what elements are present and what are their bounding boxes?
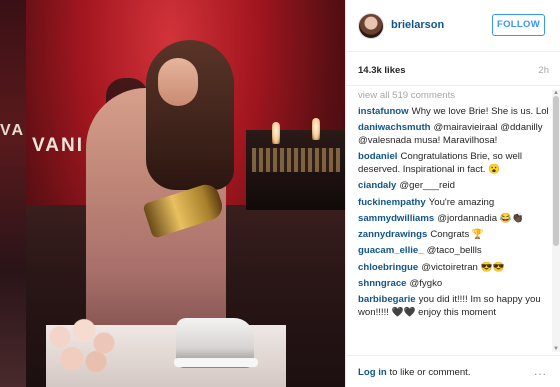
photo-woman-face [158,58,198,106]
post-meta: 14.3k likes 2h [346,52,560,86]
comment-item: instafunow Why we love Brie! She is us. L… [358,106,550,119]
comment-username[interactable]: bodaniel [358,151,397,162]
comment-text: You're amazing [428,196,495,208]
adjacent-post-preview[interactable]: VANI [0,0,43,387]
comment-item: zannydrawings Congrats 🏆 [358,229,550,242]
photo-lamp [272,122,280,144]
post-photo[interactable]: VANI [26,0,345,387]
post-side-panel: brielarson FOLLOW 14.3k likes 2h view al… [345,0,560,387]
comment-text: @taco_bellls [426,245,482,257]
photo-flowers [44,312,124,374]
comment-username[interactable]: zannydrawings [358,229,427,240]
post-header: brielarson FOLLOW [346,0,560,52]
photo-wall-sign: VANI [32,135,84,156]
comments-list: view all 519 comments instafunow Why we l… [358,90,550,352]
scroll-down-arrow-icon[interactable]: ▼ [553,346,559,352]
comment-text: @fygko [409,278,443,290]
comment-username[interactable]: daniwachsmuth [358,122,431,133]
comments-scrollbar[interactable]: ▲ ▼ [552,90,560,352]
post-username[interactable]: brielarson [391,19,444,31]
comment-item: daniwachsmuth @mairavieiraal @ddanilly @v… [358,122,550,148]
likes-count[interactable]: 14.3k likes [358,65,406,76]
comment-item: chloebringue @victoiretran 😎😎 [358,262,550,275]
photo-bottles [252,148,340,172]
view-all-comments-link[interactable]: view all 519 comments [358,90,550,103]
photo-bar [246,130,345,210]
comment-item: shnngrace @fygko [358,278,550,291]
comment-username[interactable]: fuckinempathy [358,197,426,208]
scrollbar-thumb[interactable] [553,96,559,246]
more-options-button[interactable]: ... [534,364,547,378]
comment-username[interactable]: guacam_ellie_ [358,245,424,256]
post-age: 2h [538,65,549,76]
comment-username[interactable]: sammydwilliams [358,213,434,224]
comment-text: Why we love Brie! She is us. Lol [411,105,549,117]
comment-text: @ger___reid [399,180,456,192]
comment-text: @victoiretran 😎😎 [421,261,505,273]
photo-sneaker-sole [174,358,258,367]
comment-text: Congrats 🏆 [430,229,484,241]
comment-item: fuckinempathy You're amazing [358,197,550,210]
comment-username[interactable]: barbibegarie [358,294,416,305]
comment-text: @jordannadia 😂👏🏿 [437,212,524,224]
comment-item: guacam_ellie_ @taco_bellls [358,245,550,258]
comment-username[interactable]: shnngrace [358,278,407,289]
login-link[interactable]: Log in [358,367,387,378]
post-footer: Log in to like or comment. ... [346,355,560,387]
comment-item: ciandaly @ger___reid [358,180,550,193]
login-prompt: Log in to like or comment. [358,367,471,378]
avatar[interactable] [358,13,384,39]
photo-lamp [312,118,320,140]
login-prompt-text: to like or comment. [386,367,471,378]
comment-item: barbibegarie you did it!!!! Im so happy y… [358,294,550,320]
comment-item: bodaniel Congratulations Brie, so well de… [358,151,550,177]
comment-username[interactable]: ciandaly [358,180,396,191]
comment-username[interactable]: instafunow [358,106,409,117]
follow-button[interactable]: FOLLOW [492,14,545,36]
comment-username[interactable]: chloebringue [358,262,418,273]
comment-item: sammydwilliams @jordannadia 😂👏🏿 [358,213,550,226]
